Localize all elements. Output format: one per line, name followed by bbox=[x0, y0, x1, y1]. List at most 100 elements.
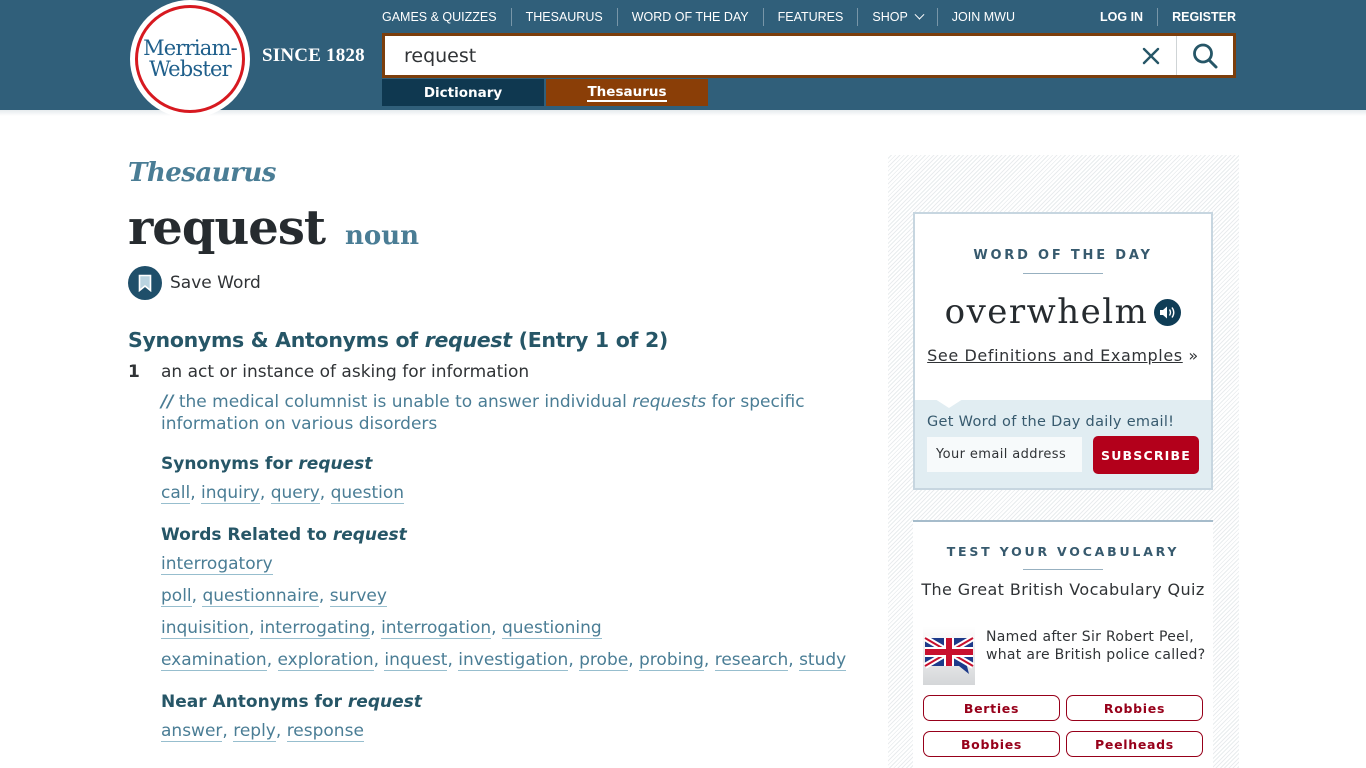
answer-option[interactable]: Bobbies bbox=[923, 731, 1060, 757]
search-input[interactable] bbox=[385, 36, 1126, 75]
usage-example: // the medical columnist is unable to an… bbox=[161, 391, 868, 435]
sense-definition: an act or instance of asking for informa… bbox=[161, 362, 530, 382]
save-word-label: Save Word bbox=[170, 273, 261, 293]
answer-option[interactable]: Berties bbox=[923, 695, 1060, 721]
tab-dictionary[interactable]: Dictionary bbox=[382, 79, 544, 106]
separator: , bbox=[788, 650, 800, 670]
example-text-1: the medical columnist is unable to answe… bbox=[173, 392, 633, 412]
entry-heading-prefix: Synonyms & Antonyms of bbox=[128, 328, 425, 352]
word-link[interactable]: interrogation bbox=[381, 618, 492, 639]
word-link[interactable]: inquest bbox=[384, 650, 448, 671]
example-marker: // bbox=[161, 392, 174, 412]
vocab-title: TEST YOUR VOCABULARY bbox=[946, 544, 1180, 559]
part-of-speech: noun bbox=[345, 221, 420, 251]
search-mode-tabs: Dictionary Thesaurus bbox=[382, 79, 708, 106]
word-link[interactable]: examination bbox=[161, 650, 267, 671]
word-link[interactable]: probe bbox=[579, 650, 629, 671]
word-link[interactable]: probing bbox=[639, 650, 704, 671]
word-link[interactable]: exploration bbox=[277, 650, 374, 671]
word-link[interactable]: poll bbox=[161, 586, 192, 607]
word-link[interactable]: answer bbox=[161, 721, 223, 742]
related-words-heading: Words Related to request bbox=[161, 525, 868, 545]
word-link[interactable]: question bbox=[330, 483, 405, 504]
related-heading-word: request bbox=[332, 525, 407, 545]
quiz-answers: Berties Robbies Bobbies Peelheads bbox=[923, 695, 1213, 757]
signup-text: Get Word of the Day daily email! bbox=[927, 414, 1175, 430]
word-link[interactable]: questioning bbox=[501, 618, 602, 639]
auth-links: LOG IN REGISTER bbox=[1086, 8, 1236, 26]
entry-heading: Synonyms & Antonyms of request (Entry 1 … bbox=[128, 328, 868, 352]
separator: , bbox=[275, 721, 287, 741]
save-word-circle bbox=[128, 266, 162, 300]
subscribe-button[interactable]: SUBSCRIBE bbox=[1093, 436, 1199, 474]
nav-features[interactable]: FEATURES bbox=[764, 8, 859, 26]
wotd-word[interactable]: overwhelm bbox=[945, 292, 1149, 332]
related-words-list: interrogatory poll, questionnaire, survey… bbox=[161, 552, 868, 673]
see-definitions-link[interactable]: See Definitions and Examples bbox=[927, 346, 1183, 365]
separator: , bbox=[259, 483, 271, 503]
synonyms-heading: Synonyms for request bbox=[161, 454, 868, 474]
word-link[interactable]: research bbox=[714, 650, 789, 671]
sense-body: an act or instance of asking for informa… bbox=[161, 362, 868, 744]
separator: , bbox=[568, 650, 580, 670]
nav-shop[interactable]: SHOP bbox=[858, 8, 938, 26]
separator: , bbox=[190, 483, 202, 503]
nav-shop-label: SHOP bbox=[872, 10, 908, 24]
word-list-line: inquisition, interrogating, interrogatio… bbox=[161, 616, 868, 641]
save-word-button[interactable]: Save Word bbox=[128, 266, 868, 300]
quiz-image bbox=[923, 627, 975, 685]
word-link[interactable]: interrogatory bbox=[161, 554, 273, 575]
word-link[interactable]: survey bbox=[329, 586, 387, 607]
entry-heading-suffix: (Entry 1 of 2) bbox=[511, 328, 669, 352]
separator: , bbox=[628, 650, 640, 670]
separator: , bbox=[318, 586, 330, 606]
word-link[interactable]: response bbox=[286, 721, 364, 742]
quiz-name[interactable]: The Great British Vocabulary Quiz bbox=[913, 580, 1213, 599]
nav-thesaurus[interactable]: THESAURUS bbox=[512, 8, 618, 26]
word-list-line: poll, questionnaire, survey bbox=[161, 584, 868, 609]
bookmark-icon bbox=[138, 274, 152, 292]
nav-word-of-the-day[interactable]: WORD OF THE DAY bbox=[618, 8, 764, 26]
separator: , bbox=[191, 586, 203, 606]
register-link[interactable]: REGISTER bbox=[1158, 8, 1236, 26]
wotd-word-row: overwhelm bbox=[915, 292, 1211, 332]
word-link[interactable]: interrogating bbox=[259, 618, 371, 639]
word-link[interactable]: study bbox=[799, 650, 847, 671]
word-list-line: examination, exploration, inquest, inves… bbox=[161, 648, 868, 673]
nav-join-mwu[interactable]: JOIN MWU bbox=[938, 8, 1029, 26]
notch bbox=[935, 399, 963, 408]
speaker-icon bbox=[1160, 306, 1175, 318]
chevron-down-icon bbox=[914, 9, 925, 20]
word-link[interactable]: inquisition bbox=[161, 618, 249, 639]
quiz-question-row: Named after Sir Robert Peel, what are Br… bbox=[923, 627, 1213, 685]
play-pronunciation-button[interactable] bbox=[1154, 298, 1182, 326]
sense-1: 1 an act or instance of asking for infor… bbox=[128, 362, 868, 744]
quiz-question: Named after Sir Robert Peel, what are Br… bbox=[986, 629, 1206, 663]
link-arrow: » bbox=[1182, 346, 1199, 365]
login-link[interactable]: LOG IN bbox=[1086, 8, 1159, 26]
tab-thesaurus[interactable]: Thesaurus bbox=[546, 79, 708, 106]
word-link[interactable]: reply bbox=[233, 721, 276, 742]
merriam-webster-logo[interactable]: Merriam- Webster bbox=[130, 0, 250, 118]
answer-option[interactable]: Peelheads bbox=[1066, 731, 1203, 757]
divider bbox=[1023, 273, 1103, 274]
separator: , bbox=[266, 650, 278, 670]
search-icon bbox=[1193, 43, 1218, 68]
word-link[interactable]: investigation bbox=[458, 650, 569, 671]
search-button[interactable] bbox=[1176, 36, 1233, 75]
synonyms-heading-prefix: Synonyms for bbox=[161, 454, 299, 474]
email-input[interactable] bbox=[927, 437, 1082, 472]
separator: , bbox=[491, 618, 502, 638]
synonyms-heading-word: request bbox=[298, 454, 373, 474]
word-link[interactable]: call bbox=[161, 483, 191, 504]
nav-games-quizzes[interactable]: GAMES & QUIZZES bbox=[382, 8, 512, 26]
clear-search-button[interactable] bbox=[1126, 36, 1176, 75]
close-icon bbox=[1142, 47, 1160, 64]
word-link[interactable]: inquiry bbox=[201, 483, 260, 504]
separator: , bbox=[370, 618, 382, 638]
vocabulary-quiz-widget: TEST YOUR VOCABULARY The Great British V… bbox=[913, 520, 1213, 768]
thesaurus-entry: Thesaurus request noun Save Word Synonym… bbox=[128, 150, 868, 744]
word-link[interactable]: questionnaire bbox=[202, 586, 319, 607]
answer-option[interactable]: Robbies bbox=[1066, 695, 1203, 721]
word-link[interactable]: query bbox=[270, 483, 320, 504]
